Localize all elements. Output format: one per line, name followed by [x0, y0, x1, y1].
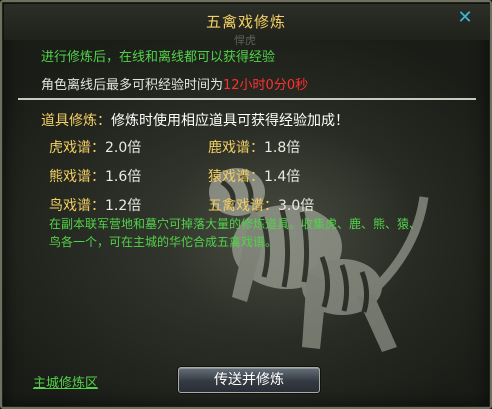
scroll-name: 熊戏谱：: [49, 169, 105, 185]
scroll-bear: 熊戏谱：1.6倍: [49, 166, 141, 186]
scroll-tiger: 虎戏谱：2.0倍: [49, 137, 141, 157]
offline-time-value: 12小时0分0秒: [223, 78, 309, 93]
close-icon[interactable]: ✕: [456, 9, 474, 27]
intro-text: 进行修炼后，在线和离线都可以获得经验: [41, 50, 276, 65]
scroll-bonus: 1.6倍: [105, 169, 142, 185]
dialog-title: 五禽戏修炼: [205, 13, 286, 31]
scroll-bonus: 2.0倍: [105, 140, 142, 156]
scroll-bird: 鸟戏谱：1.2倍: [49, 195, 141, 215]
scroll-name: 猿戏谱：: [208, 169, 264, 185]
scroll-deer: 鹿戏谱：1.8倍: [208, 137, 300, 157]
scroll-bonus: 1.4倍: [264, 169, 301, 185]
scroll-name: 虎戏谱：: [49, 140, 105, 156]
item-training-description: 修炼时使用相应道具可获得经验加成！: [111, 113, 349, 129]
offline-label: 角色离线后最多可积经验时间为: [41, 78, 224, 93]
scroll-name: 五禽戏谱：: [208, 198, 278, 214]
item-training-heading: 道具修炼：修炼时使用相应道具可获得经验加成！: [41, 110, 349, 130]
scroll-name: 鹿戏谱：: [208, 140, 264, 156]
training-dialog: 五禽戏修炼 ✕ 悍虎 进行修炼后，在线和离线都可以获得经验 角色离线后最多可积经…: [0, 0, 492, 409]
scroll-bonus: 1.2倍: [105, 198, 142, 214]
scroll-name: 鸟戏谱：: [49, 198, 105, 214]
teleport-and-train-button[interactable]: 传送并修炼: [178, 367, 320, 393]
item-drop-notes: 在副本联军营地和墓穴可掉落大量的修炼道具。收集虎、鹿、熊、猿、 鸟各一个，可在主…: [49, 215, 439, 251]
offline-exp-limit: 角色离线后最多可积经验时间为12小时0分0秒: [41, 74, 308, 93]
main-city-training-area-link[interactable]: 主城修炼区: [33, 372, 98, 391]
scroll-bonus: 3.0倍: [278, 198, 315, 214]
scroll-ape: 猿戏谱：1.4倍: [208, 166, 300, 186]
item-training-label: 道具修炼：: [41, 113, 111, 129]
scroll-five-animals: 五禽戏谱：3.0倍: [208, 195, 314, 215]
notes-line: 在副本联军营地和墓穴可掉落大量的修炼道具。收集虎、鹿、熊、猿、: [49, 217, 422, 231]
scroll-bonus: 1.8倍: [264, 140, 301, 156]
notes-line: 鸟各一个，可在主城的华佗合成五禽戏谱。: [49, 235, 278, 249]
